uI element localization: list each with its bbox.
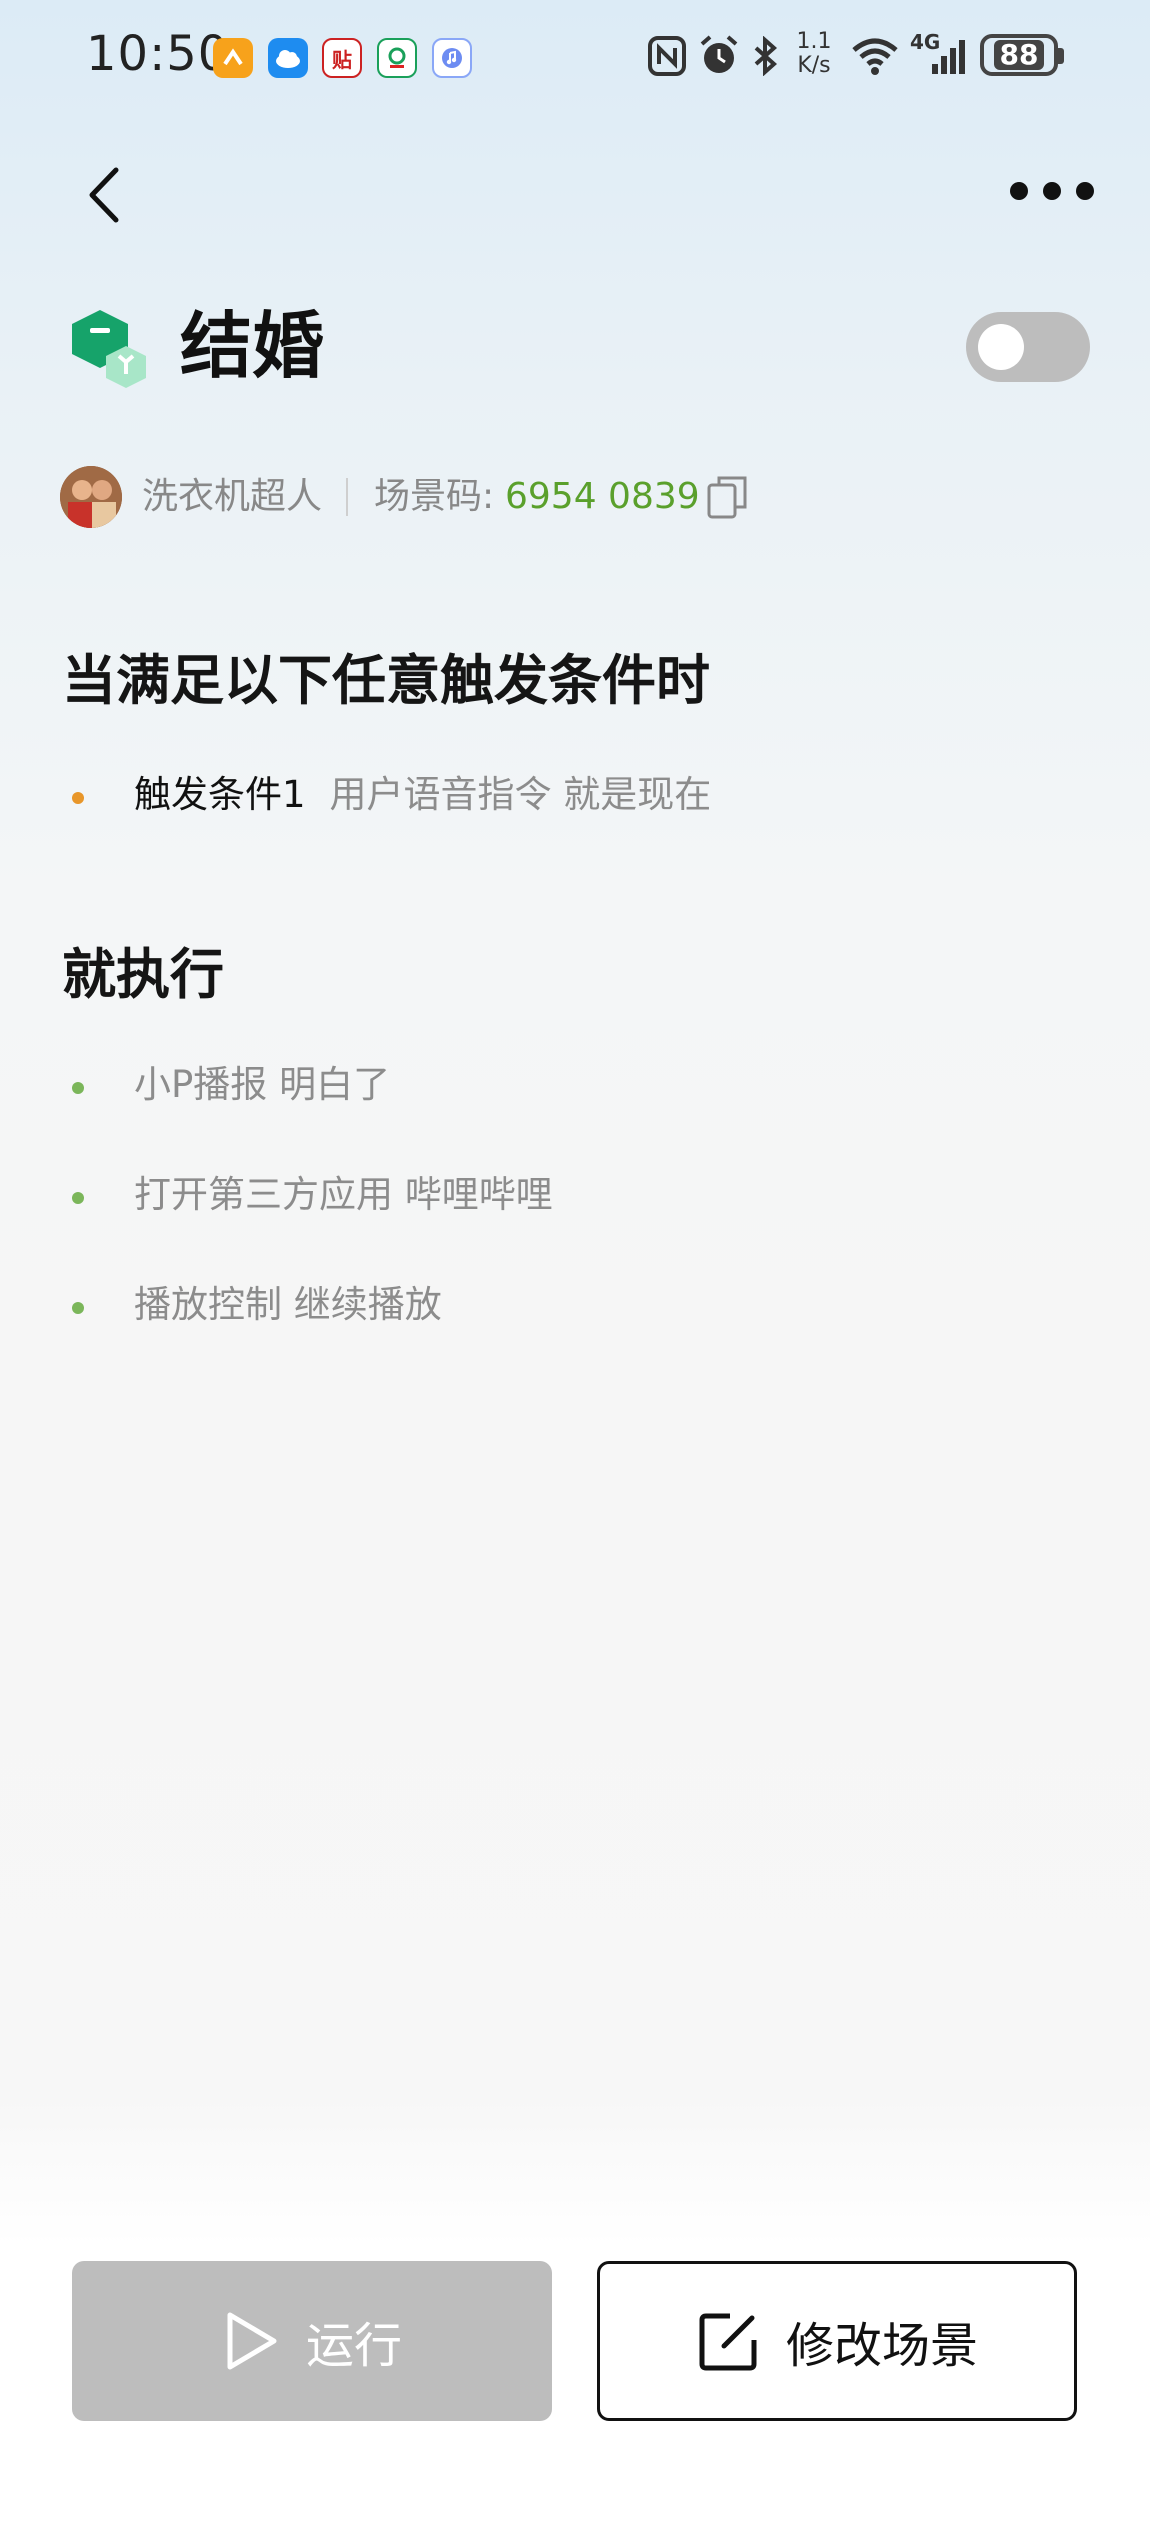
trigger-item[interactable]: 触发条件1 用户语音指令 就是现在 <box>134 770 711 820</box>
wifi-icon <box>850 36 900 80</box>
scene-title: 结婚 <box>180 304 325 388</box>
trigger-description: 用户语音指令 就是现在 <box>329 773 712 816</box>
trigger-label: 触发条件1 <box>134 773 306 816</box>
battery-tip <box>1058 48 1064 64</box>
toggle-knob <box>978 324 1024 370</box>
scene-enable-toggle[interactable] <box>966 312 1090 382</box>
taobao-app-icon <box>213 38 253 78</box>
scene-cube-icon <box>66 308 152 394</box>
bluetooth-icon <box>752 35 780 80</box>
run-button[interactable]: 运行 <box>72 2261 552 2421</box>
tieba-app-icon: 贴 <box>322 38 362 78</box>
battery-icon: 88 <box>980 34 1058 76</box>
trigger-section-heading: 当满足以下任意触发条件时 <box>62 649 710 712</box>
action-bullet <box>72 1192 84 1204</box>
signal-icon <box>918 38 968 80</box>
copy-icon[interactable] <box>706 474 748 520</box>
cloud-app-icon <box>268 38 308 78</box>
scene-code-label: 场景码: <box>374 476 495 517</box>
action-bullet <box>72 1302 84 1314</box>
edit-icon <box>699 2313 757 2371</box>
scene-code-value: 6954 0839 <box>505 476 700 517</box>
action-item[interactable]: 打开第三方应用 哔哩哔哩 <box>134 1170 553 1220</box>
edit-scene-label: 修改场景 <box>785 2318 978 2374</box>
avatar[interactable] <box>60 466 122 528</box>
network-speed-unit: K/s <box>797 53 831 78</box>
music-app-icon <box>432 38 472 78</box>
author-name[interactable]: 洗衣机超人 <box>142 472 322 522</box>
back-arrow-icon[interactable] <box>80 160 132 230</box>
divider <box>346 478 348 516</box>
edit-scene-button[interactable]: 修改场景 <box>597 2261 1077 2421</box>
network-speed: 1.1 K/s <box>790 30 838 78</box>
more-dots-icon[interactable] <box>1010 176 1094 206</box>
china-mobile-app-icon <box>377 38 417 78</box>
trigger-bullet <box>72 792 84 804</box>
action-item[interactable]: 小P播报 明白了 <box>134 1060 390 1110</box>
action-section-heading: 就执行 <box>62 943 224 1006</box>
play-icon <box>227 2312 277 2370</box>
status-time: 10:50 <box>86 26 230 82</box>
run-button-label: 运行 <box>305 2318 402 2374</box>
nfc-icon <box>648 36 686 80</box>
action-bullet <box>72 1082 84 1094</box>
alarm-icon <box>698 34 740 82</box>
action-item[interactable]: 播放控制 继续播放 <box>134 1280 442 1330</box>
battery-level: 88 <box>993 40 1045 70</box>
network-speed-value: 1.1 <box>796 29 832 54</box>
